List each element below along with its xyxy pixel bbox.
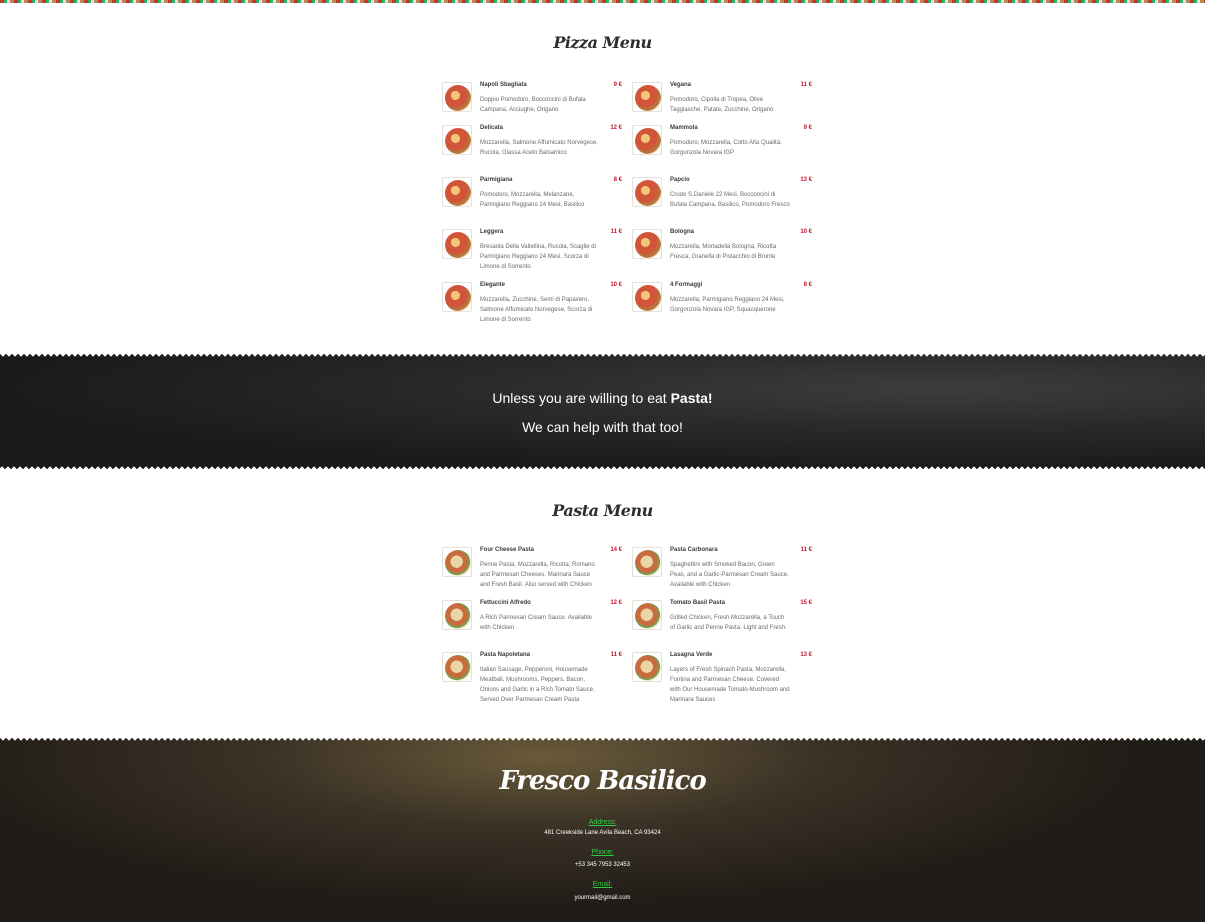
pasta-image bbox=[442, 600, 472, 630]
item-description: Grilled Chicken, Fresh Mozzarella, a Tou… bbox=[670, 615, 787, 631]
footer-logo[interactable]: Fresco Basilico bbox=[0, 766, 1205, 796]
item-name: Delicata bbox=[480, 125, 504, 131]
item-price: 9 € bbox=[613, 82, 622, 88]
pizza-item[interactable]: Elegante 10 € Mozzarella, Zucchine, Semi… bbox=[442, 282, 622, 332]
pasta-item[interactable]: Four Cheese Pasta 14 € Penne Pasta, Mozz… bbox=[442, 547, 622, 597]
social-links bbox=[0, 915, 1205, 922]
item-description: Crudo S.Daniele 22 Mesi, Bocconcini di B… bbox=[670, 192, 790, 208]
item-name: Tomato Basil Pasta bbox=[670, 600, 725, 606]
pasta-image bbox=[632, 652, 662, 682]
banner-headline-emphasis: Pasta! bbox=[670, 390, 713, 406]
item-description: Penne Pasta, Mozzarella, Ricotta, Romano… bbox=[480, 562, 595, 588]
item-description: Spaghettini with Smoked Bacon, Green Pea… bbox=[670, 562, 789, 588]
pasta-image bbox=[442, 547, 472, 577]
item-name: Fettuccini Alfredo bbox=[480, 600, 531, 606]
item-name: Four Cheese Pasta bbox=[480, 547, 535, 553]
pasta-item[interactable]: Pasta Napoletana 11 € Italian Sausage, P… bbox=[442, 652, 622, 703]
pizza-image bbox=[632, 177, 662, 207]
item-name: Pasta Napoletana bbox=[480, 652, 531, 658]
zigzag-divider bbox=[0, 738, 1205, 744]
pasta-image bbox=[442, 652, 472, 682]
item-name: Parmigiana bbox=[480, 177, 513, 183]
address-label: Address: bbox=[588, 819, 617, 826]
item-price: 8 € bbox=[803, 282, 812, 288]
item-name: Lasagna Verde bbox=[670, 652, 713, 658]
pizza-item[interactable]: Delicata 12 € Mozzarella, Salmone Affumi… bbox=[442, 125, 622, 175]
pasta-menu-section: Pasta Menu Four Cheese Pasta 14 € Penne … bbox=[0, 469, 1205, 738]
item-name: Pasta Carbonara bbox=[670, 547, 718, 553]
item-name: Elegante bbox=[480, 282, 506, 288]
item-description: Bresaola Della Valtellina, Rucola, Scagl… bbox=[480, 244, 596, 270]
pasta-item[interactable]: Pasta Carbonara 11 € Spaghettini with Sm… bbox=[632, 547, 812, 597]
pizza-image bbox=[442, 229, 472, 259]
pizza-image bbox=[632, 282, 662, 312]
pizza-item[interactable]: Bologna 10 € Mozzarella, Mortadella Bolo… bbox=[632, 229, 812, 279]
address-value: 481 Creekside Lane Avila Beach, CA 93424 bbox=[544, 830, 661, 836]
pizza-item[interactable]: Leggera 11 € Bresaola Della Valtellina, … bbox=[442, 229, 622, 279]
item-price: 11 € bbox=[800, 82, 812, 88]
item-price: 10 € bbox=[610, 282, 622, 288]
item-description: Mozzarella, Zucchine, Semi di Papavero, … bbox=[480, 297, 593, 323]
pasta-banner: Unless you are willing to eat Pasta! We … bbox=[0, 354, 1205, 469]
pizza-item[interactable]: Parmigiana 8 € Pomodoro, Mozzarella, Mel… bbox=[442, 177, 622, 227]
item-description: Doppio Pomodoro, Bocconcini di Bufala Ca… bbox=[480, 97, 586, 113]
item-description: Italian Sausage, Pepperoni, Housemade Me… bbox=[480, 667, 595, 703]
item-price: 10 € bbox=[800, 229, 812, 235]
banner-subline: We can help with that too! bbox=[522, 419, 683, 435]
item-price: 11 € bbox=[610, 229, 622, 235]
item-price: 8 € bbox=[613, 177, 622, 183]
pasta-image bbox=[632, 600, 662, 630]
item-price: 12 € bbox=[610, 600, 622, 606]
item-price: 11 € bbox=[610, 652, 622, 658]
site-footer: Fresco Basilico Address: 481 Creekside L… bbox=[0, 738, 1205, 922]
pasta-image bbox=[632, 547, 662, 577]
banner-headline: Unless you are willing to eat Pasta! bbox=[0, 390, 1205, 406]
item-price: 13 € bbox=[800, 177, 812, 183]
item-description: Mozzarella, Parmigiano Reggiano 24 Mesi,… bbox=[670, 297, 785, 313]
pizza-image bbox=[632, 229, 662, 259]
pizza-image bbox=[632, 82, 662, 112]
phone-label: Phone: bbox=[591, 849, 614, 856]
pizza-image bbox=[442, 177, 472, 207]
email-value[interactable]: yourmail@gmail.com bbox=[0, 895, 1205, 901]
email-label: Email: bbox=[592, 881, 613, 888]
item-name: Bologna bbox=[670, 229, 694, 235]
item-name: 4 Formaggi bbox=[670, 282, 703, 288]
item-description: Mozzarella, Salmone Affumicato Norvegese… bbox=[480, 140, 598, 156]
item-price: 11 € bbox=[800, 547, 812, 553]
item-description: Pomodoro, Mozzarella, Melanzane, Parmigi… bbox=[480, 192, 585, 208]
pasta-menu-title: Pasta Menu bbox=[552, 501, 653, 520]
zigzag-divider bbox=[0, 354, 1205, 360]
pizza-image bbox=[442, 125, 472, 155]
pizza-item[interactable]: 4 Formaggi 8 € Mozzarella, Parmigiano Re… bbox=[632, 282, 812, 332]
pizza-menu-section: Pizza Menu Napoli Sbagliata 9 € Doppio P… bbox=[0, 3, 1205, 354]
pizza-image bbox=[442, 82, 472, 112]
phone-value[interactable]: +53 345 7953 32453 bbox=[0, 862, 1205, 868]
pizza-item[interactable]: Mammola 9 € Pomodoro, Mozzarella, Cotto … bbox=[632, 125, 812, 175]
item-name: Leggera bbox=[480, 229, 504, 235]
item-price: 15 € bbox=[800, 600, 812, 606]
pizza-image bbox=[632, 125, 662, 155]
item-name: Napoli Sbagliata bbox=[480, 82, 527, 88]
pasta-item[interactable]: Tomato Basil Pasta 15 € Grilled Chicken,… bbox=[632, 600, 812, 650]
item-price: 13 € bbox=[800, 652, 812, 658]
item-description: Layers of Fresh Spinach Pasta, Mozzarell… bbox=[670, 667, 790, 703]
item-price: 12 € bbox=[610, 125, 622, 131]
item-description: Pomodoro, Mozzarella, Cotto Alta Qualità… bbox=[670, 140, 782, 156]
item-description: Mozzarella, Mortadella Bologna, Ricotta … bbox=[670, 244, 777, 260]
item-price: 14 € bbox=[610, 547, 622, 553]
banner-headline-text: Unless you are willing to eat bbox=[492, 390, 671, 406]
pizza-image bbox=[442, 282, 472, 312]
item-description: Pomodoro, Cipolla di Tropea, Olive Taggi… bbox=[670, 97, 774, 113]
pasta-item[interactable]: Lasagna Verde 13 € Layers of Fresh Spina… bbox=[632, 652, 812, 703]
item-name: Mammola bbox=[670, 125, 698, 131]
pizza-item[interactable]: Papcio 13 € Crudo S.Daniele 22 Mesi, Boc… bbox=[632, 177, 812, 227]
item-name: Vegana bbox=[670, 82, 692, 88]
item-description: A Rich Parmesan Cream Sauce. Available w… bbox=[480, 615, 592, 631]
item-price: 9 € bbox=[803, 125, 812, 131]
item-name: Papcio bbox=[670, 177, 690, 183]
pizza-menu-title: Pizza Menu bbox=[553, 33, 652, 52]
pasta-item[interactable]: Fettuccini Alfredo 12 € A Rich Parmesan … bbox=[442, 600, 622, 650]
